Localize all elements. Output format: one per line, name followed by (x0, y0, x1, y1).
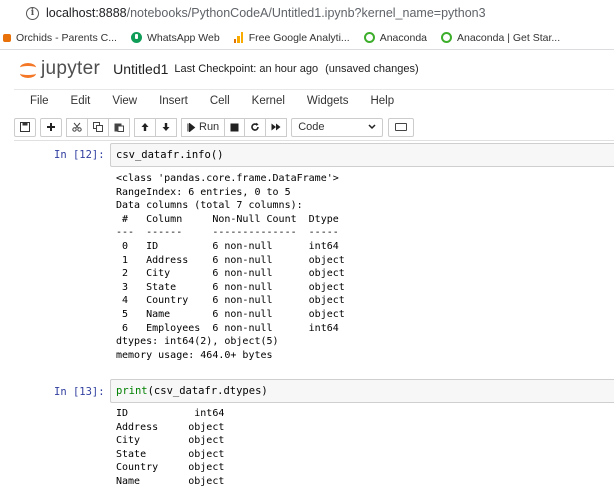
run-button[interactable]: Run (181, 117, 226, 137)
cell-prompt: In [12]: (54, 149, 105, 161)
cut-button[interactable] (66, 117, 88, 137)
save-button[interactable] (14, 117, 36, 137)
keyboard-icon (395, 123, 408, 131)
copy-icon (93, 122, 103, 132)
chevron-down-icon (368, 124, 376, 130)
orchid-icon (3, 33, 11, 42)
jupyter-logo-icon (19, 60, 37, 78)
address-bar[interactable]: i localhost:8888/notebooks/PythonCodeA/U… (0, 0, 614, 26)
save-icon (20, 122, 30, 132)
cell-prompt: In [13]: (54, 386, 105, 398)
menu-edit[interactable]: Edit (71, 95, 91, 107)
bookmarks-bar: Orchids - Parents C... WhatsApp Web Free… (0, 26, 614, 50)
cell-output: <class 'pandas.core.frame.DataFrame'> Ra… (116, 173, 345, 361)
menu-kernel[interactable]: Kernel (252, 95, 285, 107)
fast-forward-icon (271, 123, 281, 131)
anaconda-icon (441, 32, 452, 43)
bookmark-anaconda-get-started[interactable]: Anaconda | Get Star... (441, 32, 560, 44)
command-palette-button[interactable] (388, 117, 415, 137)
analytics-icon (233, 32, 244, 43)
cell-type-select[interactable]: Code (291, 117, 384, 137)
menu-insert[interactable]: Insert (159, 95, 188, 107)
info-icon[interactable]: i (26, 6, 39, 20)
menu-view[interactable]: View (112, 95, 137, 107)
code-cell-input[interactable]: csv_datafr.info() (110, 143, 614, 167)
anaconda-icon (363, 32, 375, 43)
plus-icon (47, 123, 55, 131)
copy-button[interactable] (88, 117, 109, 137)
arrow-up-icon (141, 123, 149, 131)
bookmark-whatsapp[interactable]: WhatsApp Web (130, 32, 220, 44)
whatsapp-icon (130, 32, 142, 43)
insert-cell-button[interactable] (40, 117, 62, 137)
paste-button[interactable] (109, 117, 130, 137)
bookmark-anaconda[interactable]: Anaconda (363, 32, 427, 44)
url-text[interactable]: localhost:8888/notebooks/PythonCodeA/Unt… (46, 6, 486, 20)
menu-help[interactable]: Help (370, 95, 394, 107)
code-cell-input[interactable]: print(csv_datafr.dtypes) (110, 379, 614, 403)
restart-button[interactable] (245, 117, 267, 137)
jupyter-logo[interactable]: jupyter (19, 58, 100, 80)
cell-output: ID int64 Address object City object Stat… (116, 408, 225, 487)
notebook-area: In [12]: csv_datafr.info() <class 'panda… (0, 141, 614, 489)
scissors-icon (72, 122, 82, 132)
notebook-name[interactable]: Untitled1 (113, 61, 168, 77)
jupyter-header: jupyter Untitled1 Last Checkpoint: an ho… (0, 51, 614, 87)
move-down-button[interactable] (156, 117, 177, 137)
autosave-status: (unsaved changes) (325, 63, 419, 75)
move-up-button[interactable] (134, 117, 156, 137)
bookmark-analytics[interactable]: Free Google Analyti... (233, 32, 350, 44)
checkpoint-status: Last Checkpoint: an hour ago (174, 63, 319, 75)
interrupt-button[interactable] (225, 117, 246, 137)
menu-file[interactable]: File (30, 95, 49, 107)
restart-icon (251, 122, 259, 131)
notebook-toolbar: Run Code (14, 116, 614, 138)
menu-widgets[interactable]: Widgets (307, 95, 349, 107)
bookmark-orchids[interactable]: Orchids - Parents C... (3, 32, 117, 44)
stop-icon (230, 123, 239, 131)
menu-bar: File Edit View Insert Cell Kernel Widget… (14, 89, 614, 112)
menu-cell[interactable]: Cell (210, 95, 230, 107)
restart-run-all-button[interactable] (266, 117, 288, 137)
paste-icon (114, 123, 124, 132)
arrow-down-icon (162, 123, 170, 131)
step-forward-icon (187, 122, 196, 132)
